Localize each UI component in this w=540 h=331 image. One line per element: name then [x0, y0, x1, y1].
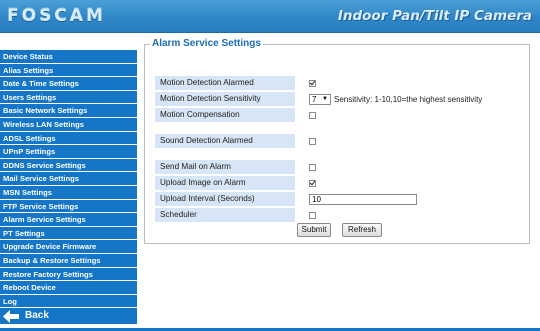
sidebar-item-restore-factory-settings[interactable]: Restore Factory Settings: [0, 267, 137, 282]
product-title: Indoor Pan/Tilt IP Camera: [337, 8, 532, 24]
sidebar-item-alias-settings[interactable]: Alias Settings: [0, 63, 137, 78]
motion-alarmed-checkbox[interactable]: [309, 79, 316, 87]
motion-sensitivity-select[interactable]: 7 ▼: [309, 93, 331, 105]
sidebar-nav: Device Status Alias Settings Date & Time…: [0, 50, 137, 325]
motion-compensation-label: Motion Compensation: [155, 108, 295, 122]
sidebar-item-date-time-settings[interactable]: Date & Time Settings: [0, 77, 137, 91]
sidebar-item-log[interactable]: Log: [0, 294, 137, 309]
sidebar-item-ftp-service-settings[interactable]: FTP Service Settings: [0, 199, 137, 214]
send-mail-label: Send Mail on Alarm: [155, 160, 295, 174]
back-arrow-icon: [3, 309, 19, 323]
sidebar-item-device-status[interactable]: Device Status: [0, 50, 137, 64]
chevron-down-icon: ▼: [322, 95, 328, 102]
submit-button[interactable]: Submit: [297, 223, 331, 237]
sensitivity-hint: Sensitivity: 1-10,10=the highest sensiti…: [334, 94, 483, 104]
sidebar-item-users-settings[interactable]: Users Settings: [0, 90, 137, 105]
scheduler-label: Scheduler: [155, 208, 295, 222]
scheduler-checkbox[interactable]: [309, 211, 316, 219]
upload-image-label: Upload Image on Alarm: [155, 176, 295, 190]
send-mail-checkbox[interactable]: [309, 163, 316, 171]
motion-sensitivity-value: 7: [312, 94, 317, 104]
sidebar-item-alarm-service-settings[interactable]: Alarm Service Settings: [0, 213, 137, 227]
sidebar-item-upgrade-device-firmware[interactable]: Upgrade Device Firmware: [0, 240, 137, 254]
sidebar-item-pt-settings[interactable]: PT Settings: [0, 226, 137, 241]
sidebar-item-upnp-settings[interactable]: UPnP Settings: [0, 145, 137, 159]
sidebar-item-mail-service-settings[interactable]: Mail Service Settings: [0, 172, 137, 186]
sidebar-item-msn-settings[interactable]: MSN Settings: [0, 185, 137, 200]
back-button[interactable]: Back: [0, 308, 137, 325]
sidebar-item-reboot-device[interactable]: Reboot Device: [0, 281, 137, 295]
sidebar-item-backup-restore-settings[interactable]: Backup & Restore Settings: [0, 253, 137, 268]
brand-logo: FOSCAM: [7, 6, 106, 26]
motion-alarmed-label: Motion Detection Alarmed: [155, 76, 295, 90]
motion-compensation-checkbox[interactable]: [309, 111, 316, 119]
sidebar-item-basic-network-settings[interactable]: Basic Network Settings: [0, 104, 137, 118]
upload-image-checkbox[interactable]: [309, 179, 316, 187]
refresh-button[interactable]: Refresh: [342, 223, 382, 237]
header-bar: FOSCAM Indoor Pan/Tilt IP Camera: [0, 0, 540, 33]
sidebar-item-ddns-service-settings[interactable]: DDNS Service Settings: [0, 158, 137, 173]
sound-alarmed-label: Sound Detection Alarmed: [155, 134, 295, 148]
sidebar-item-wireless-lan-settings[interactable]: Wireless LAN Settings: [0, 117, 137, 132]
upload-interval-input[interactable]: 10: [309, 193, 417, 205]
back-label: Back: [25, 310, 49, 322]
upload-interval-label: Upload Interval (Seconds): [155, 192, 295, 206]
sound-alarmed-checkbox[interactable]: [309, 137, 316, 145]
sidebar-item-adsl-settings[interactable]: ADSL Settings: [0, 131, 137, 146]
motion-sensitivity-label: Motion Detection Sensitivity: [155, 92, 295, 106]
alarm-service-settings-panel: Alarm Service Settings Motion Detection …: [144, 38, 530, 244]
panel-legend: Alarm Service Settings: [150, 38, 263, 49]
